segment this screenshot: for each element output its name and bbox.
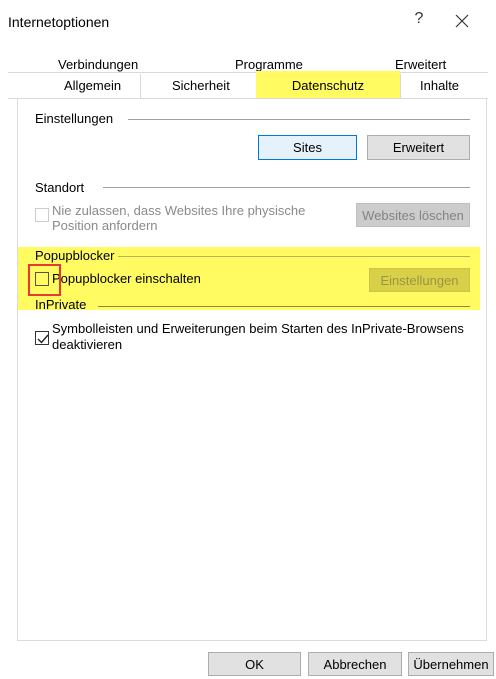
location-checkbox-line1: Nie zulassen, dass Websites Ihre physisc… — [52, 203, 306, 218]
tab-datenschutz[interactable]: Datenschutz — [256, 71, 400, 100]
tab-sicherheit[interactable]: Sicherheit — [172, 78, 230, 93]
window-title: Internetoptionen — [8, 14, 110, 30]
inprivate-checkbox-line2: deaktivieren — [52, 337, 123, 352]
popup-checkbox-label: Popupblocker einschalten — [52, 271, 201, 286]
apply-button[interactable]: Übernehmen — [408, 652, 494, 676]
advanced-button[interactable]: Erweitert — [367, 135, 470, 160]
close-button[interactable] — [450, 9, 474, 33]
tab-erweitert[interactable]: Erweitert — [395, 57, 446, 72]
popup-group-line — [118, 256, 470, 257]
tab-separator — [140, 74, 141, 98]
help-button[interactable]: ? — [409, 10, 429, 32]
tab-datenschutz-label: Datenschutz — [291, 78, 365, 93]
tab-programme[interactable]: Programme — [235, 57, 303, 72]
inprivate-checkbox-line1: Symbolleisten und Erweiterungen beim Sta… — [52, 321, 464, 336]
inprivate-checkbox[interactable] — [35, 331, 49, 345]
tab-allgemein[interactable]: Allgemein — [64, 78, 121, 93]
location-group-line — [103, 187, 470, 188]
inprivate-group-label: InPrivate — [35, 297, 87, 312]
tab-verbindungen[interactable]: Verbindungen — [58, 57, 138, 72]
cancel-button[interactable]: Abbrechen — [308, 652, 402, 676]
popup-group-label: Popupblocker — [35, 248, 115, 263]
location-checkbox-line2: Position anfordern — [52, 218, 158, 233]
clear-sites-button[interactable]: Websites löschen — [356, 203, 470, 227]
checkmark-icon — [37, 334, 49, 344]
location-checkbox[interactable] — [35, 208, 49, 222]
popup-settings-button[interactable]: Einstellungen — [369, 268, 470, 292]
location-checkbox-label: Nie zulassen, dass Websites Ihre physisc… — [52, 203, 305, 233]
settings-group-label: Einstellungen — [35, 111, 114, 126]
ok-button[interactable]: OK — [208, 652, 301, 676]
sites-button[interactable]: Sites — [258, 135, 357, 160]
tab-row-divider — [8, 72, 488, 73]
location-group-label: Standort — [35, 180, 85, 195]
inprivate-checkbox-label: Symbolleisten und Erweiterungen beim Sta… — [52, 321, 464, 353]
tab-panel — [17, 99, 487, 641]
inprivate-group-line — [98, 306, 470, 307]
settings-group-line — [128, 119, 470, 120]
tab-inhalte[interactable]: Inhalte — [420, 78, 459, 93]
close-icon — [455, 14, 469, 28]
tab-separator — [400, 74, 401, 98]
focus-indicator — [28, 264, 61, 296]
